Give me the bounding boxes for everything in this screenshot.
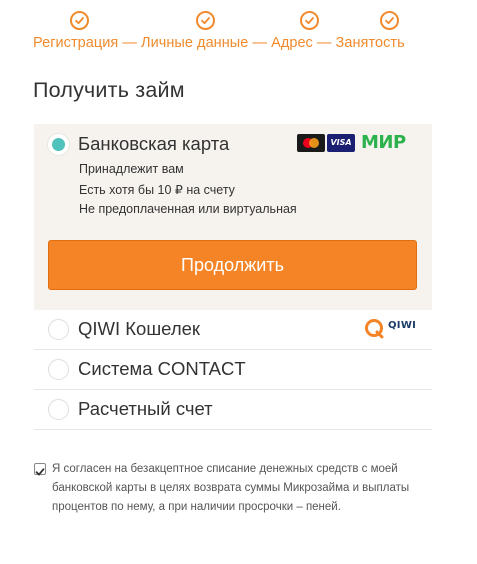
step-check-icon: [70, 11, 89, 30]
qiwi-logo-icon: QIWI: [364, 318, 424, 342]
method-label: Банковская карта: [78, 133, 230, 154]
method-bank-card[interactable]: Банковская карта VISA МИР Принадлежит ва…: [34, 124, 432, 310]
radio-qiwi[interactable]: [48, 319, 69, 340]
progress-steps: Регистрация — Личные данные — Адрес — За…: [0, 0, 477, 60]
method-qiwi[interactable]: QIWI Кошелек QIWI: [34, 310, 432, 350]
consent-checkbox[interactable]: [34, 463, 46, 476]
step-check-icon: [300, 11, 319, 30]
method-label: Система CONTACT: [78, 358, 246, 379]
method-label: QIWI Кошелек: [78, 318, 201, 339]
consent-text: Я согласен на безакцептное списание дене…: [52, 463, 410, 513]
detail-owned: Принадлежит вам: [79, 162, 184, 176]
radio-bank-card[interactable]: [48, 134, 69, 155]
detail-balance: Есть хотя бы 10 ₽ на счету: [79, 183, 235, 197]
checkmark-icon: [35, 468, 45, 476]
step-labels: Регистрация — Личные данные — Адрес — За…: [33, 35, 405, 51]
mastercard-icon: [297, 134, 325, 152]
payout-methods: Банковская карта VISA МИР Принадлежит ва…: [34, 124, 432, 430]
radio-contact[interactable]: [48, 359, 69, 380]
radio-account[interactable]: [48, 399, 69, 420]
step-check-icon: [196, 11, 215, 30]
page-title: Получить займ: [33, 78, 185, 102]
continue-button[interactable]: Продолжить: [48, 240, 417, 290]
visa-icon: VISA: [327, 134, 355, 152]
mir-icon: МИР: [361, 132, 406, 153]
method-label: Расчетный счет: [78, 398, 213, 419]
method-contact[interactable]: Система CONTACT: [34, 350, 432, 390]
detail-not-prepaid: Не предоплаченная или виртуальная: [79, 202, 297, 216]
card-logos: VISA МИР: [297, 132, 419, 154]
method-account[interactable]: Расчетный счет: [34, 390, 432, 430]
step-check-icon: [380, 11, 399, 30]
